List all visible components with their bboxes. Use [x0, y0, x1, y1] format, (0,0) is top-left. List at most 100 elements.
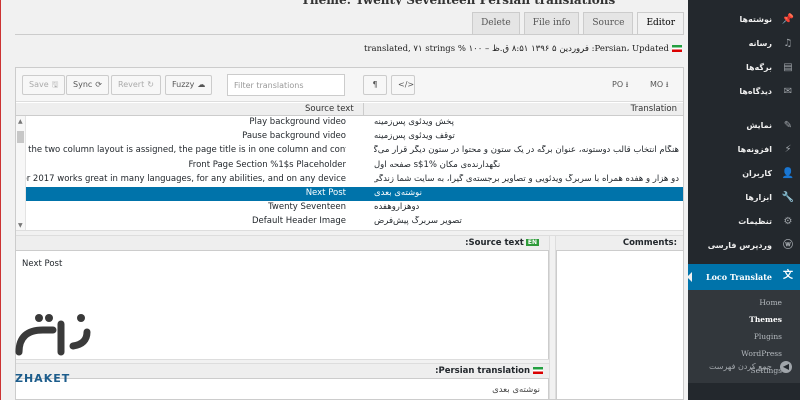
editor-toolbar: Save🖫 Sync⟳ Revert↻ Fuzzy☁ ¶ </> PO ⭳: [16, 68, 683, 102]
sidebar-item-label: تنظیمات: [738, 217, 772, 226]
collapse-menu-button[interactable]: ◀ جمع کردن فهرست: [688, 358, 800, 378]
row-source: Default Header Image: [251, 216, 346, 227]
submenu-themes[interactable]: Themes: [688, 311, 800, 328]
row-translation: تصویر سربرگ پیش‌فرض: [374, 216, 462, 227]
page-title-fragment: Theme: Twenty Seventeen Persian translat…: [301, 0, 681, 5]
grid-scrollbar[interactable]: ▲ ▼: [16, 116, 26, 230]
row-translation: پخش ویدئوی پس‌زمینه: [374, 117, 454, 127]
submenu-plugins[interactable]: Plugins: [688, 328, 800, 345]
grid-header: Source text Translation: [16, 103, 683, 116]
translation-editor: Save🖫 Sync⟳ Revert↻ Fuzzy☁ ¶ </> PO ⭳: [15, 67, 684, 400]
row-source: Play background video: [249, 117, 346, 127]
row-translation: نگهدارنده‌ی مکان %1$s صفحه اول: [374, 159, 501, 170]
sidebar-item-comments[interactable]: ✉ دیدگاه‌ها: [688, 80, 800, 104]
submenu-home[interactable]: Home: [688, 294, 800, 311]
sidebar-item-tools[interactable]: 🔧 ابزارها: [688, 186, 800, 210]
invisibles-button[interactable]: ¶: [363, 75, 387, 95]
language-badge: EN: [525, 239, 539, 246]
row-translation: دوهزاروهفده: [374, 202, 420, 213]
save-label: Save: [29, 80, 49, 89]
sidebar-item-users[interactable]: 👤 کاربران: [688, 162, 800, 186]
row-source: Front Page Section %1$s Placeholder: [188, 159, 346, 170]
plugins-icon: ⚡: [784, 144, 792, 155]
table-row[interactable]: Twenty Seventeen brings your site to lif…: [26, 173, 683, 187]
sidebar-item-loco-translate[interactable]: 文 Loco Translate: [687, 264, 800, 290]
translation-column-header[interactable]: Translation: [631, 104, 677, 114]
iran-flag-icon: [533, 367, 543, 374]
row-source: Twenty Seventeen brings your site to lif…: [26, 173, 346, 184]
status-updated-label: Persian، Updated:: [591, 44, 669, 54]
download-po-link[interactable]: PO ⭳: [612, 79, 628, 93]
sidebar-item-wp-parsi[interactable]: ⓦ وردپرس فارسی: [688, 234, 800, 258]
row-translation: توقف ویدئوی پس‌زمینه: [374, 131, 455, 142]
cloud-icon: ☁: [197, 80, 206, 89]
tools-icon: 🔧: [781, 192, 794, 203]
comments-icon: ✉: [783, 86, 793, 97]
pilcrow-icon: ¶: [372, 80, 378, 89]
source-column-header[interactable]: Source text: [305, 104, 354, 114]
sync-button[interactable]: Sync ⟳: [66, 75, 109, 95]
column-divider[interactable]: [363, 103, 364, 116]
tab-file-info[interactable]: File info: [523, 12, 580, 35]
table-row[interactable]: Play background video پخش ویدئوی پس‌زمینه: [26, 116, 683, 130]
comments-pane-title: Comments:: [622, 238, 677, 248]
code-icon: </>: [398, 80, 415, 89]
sidebar-item-label: نوشته‌ها: [739, 15, 772, 24]
tab-editor[interactable]: Editor: [637, 12, 684, 35]
row-translation: دو هزار و هفده همراه با سربرگ ویدئویی و …: [374, 173, 679, 184]
table-row[interactable]: Twenty Seventeen دوهزاروهفده: [26, 201, 683, 215]
comments-textarea[interactable]: [556, 251, 683, 399]
row-source: When the two column layout is assigned, …: [26, 145, 346, 156]
download-icon: ⭳: [665, 80, 669, 89]
sidebar-item-appearance[interactable]: ✎ نمایش: [688, 114, 800, 138]
sidebar-item-plugins[interactable]: ⚡ افزونه‌ها: [688, 138, 800, 162]
admin-sidebar: 📌 نوشته‌ها ♫ رسانه ▤ برگه‌ها ✉ دیدگاه‌ها ✎ نم…: [687, 0, 800, 400]
sidebar-item-label: افزونه‌ها: [737, 145, 772, 154]
scroll-down-icon[interactable]: ▼: [18, 222, 23, 229]
sidebar-item-label: وردپرس فارسی: [707, 241, 772, 250]
filter-translations-input[interactable]: [227, 74, 345, 96]
collapse-label: جمع کردن فهرست: [708, 362, 772, 371]
source-pane-title-wrap: ENSource text:: [465, 238, 539, 248]
table-row[interactable]: When the two column layout is assigned, …: [26, 144, 683, 158]
vertical-splitter[interactable]: [549, 236, 556, 399]
table-row[interactable]: Pause background video توقف ویدئوی پس‌زمی…: [26, 130, 683, 144]
code-view-button[interactable]: </>: [391, 75, 415, 95]
tabs-divider: [15, 34, 684, 35]
revert-label: Revert: [118, 80, 145, 89]
sidebar-item-settings[interactable]: ⚙ تنظیمات: [688, 210, 800, 234]
row-source: Pause background video: [242, 131, 346, 142]
pages-icon: ▤: [783, 62, 793, 73]
wp-parsi-icon: ⓦ: [783, 240, 793, 251]
row-translation: هنگام انتخاب قالب دوستونه، عنوان برگه در…: [374, 145, 679, 156]
table-row-selected[interactable]: Next Post نوشته‌ی بعدی: [26, 186, 683, 202]
download-mo-link[interactable]: MO ⭳: [650, 79, 669, 93]
fuzzy-button[interactable]: Fuzzy ☁: [165, 75, 213, 95]
sync-icon: ⟳: [95, 80, 102, 89]
tab-source[interactable]: Source: [583, 12, 634, 35]
table-row[interactable]: Front Page Section %1$s Placeholder نگهدا…: [26, 159, 683, 173]
table-row[interactable]: Default Header Image تصویر سربرگ پیش‌فرض: [26, 215, 683, 229]
scrollbar-thumb[interactable]: [17, 131, 24, 143]
editor-tabs: Delete File info Source Editor: [468, 12, 684, 35]
row-source: Next Post: [305, 187, 346, 198]
translation-pane-title-wrap: Persian translation:: [435, 366, 543, 376]
file-status: Persian، Updated: فروردین ۵ ۱۳۹۶ ۸:۵۱ ق.…: [364, 44, 682, 54]
collapse-icon: ◀: [780, 361, 792, 373]
appearance-icon: ✎: [783, 120, 793, 131]
pin-icon: 📌: [781, 14, 794, 25]
sidebar-item-posts[interactable]: 📌 نوشته‌ها: [688, 8, 800, 32]
save-button[interactable]: Save 🖫: [22, 75, 66, 95]
source-pane-title: Source text:: [465, 238, 524, 248]
media-icon: ♫: [783, 38, 793, 49]
translation-rows: Play background video پخش ویدئوی پس‌زمینه…: [26, 116, 683, 230]
download-icon: ⭳: [625, 80, 629, 89]
source-pane-header: ENSource text:: [16, 236, 549, 251]
tab-delete[interactable]: Delete: [472, 12, 520, 35]
sidebar-item-label: نمایش: [746, 121, 772, 130]
scroll-up-icon[interactable]: ▲: [18, 118, 23, 125]
revert-button[interactable]: Revert ↻: [111, 75, 161, 95]
sidebar-item-media[interactable]: ♫ رسانه: [688, 32, 800, 56]
row-translation: نوشته‌ی بعدی: [374, 187, 422, 198]
sidebar-item-pages[interactable]: ▤ برگه‌ها: [688, 56, 800, 80]
